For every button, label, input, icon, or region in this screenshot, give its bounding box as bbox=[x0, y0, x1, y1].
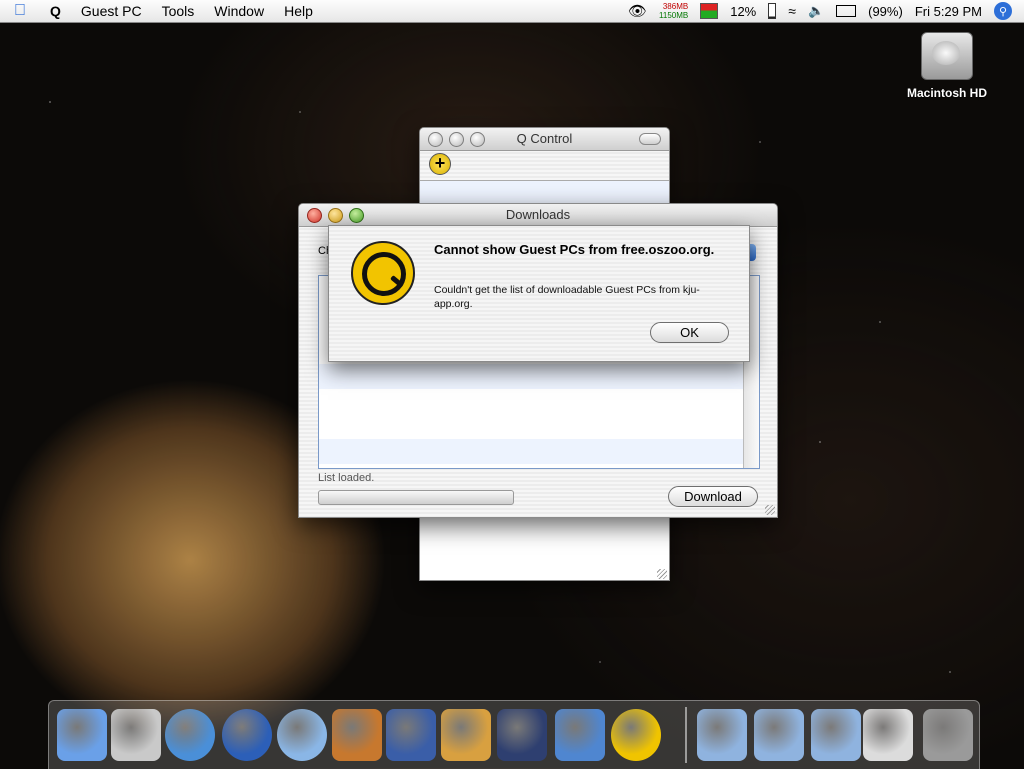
add-guest-pc-icon[interactable]: + bbox=[429, 153, 451, 175]
eye-icon[interactable]: 👁 bbox=[628, 2, 647, 20]
trash-icon[interactable] bbox=[923, 709, 973, 761]
memory-bar-icon bbox=[700, 3, 719, 19]
q-control-titlebar[interactable]: Q Control bbox=[420, 128, 669, 151]
menu-help[interactable]: Help bbox=[274, 3, 323, 19]
memory-free: 1150MB bbox=[659, 11, 689, 20]
spotlight-icon[interactable]: ⚲ bbox=[994, 2, 1012, 20]
imovie-icon[interactable] bbox=[386, 709, 436, 761]
list-row bbox=[420, 181, 669, 203]
downloads-title: Downloads bbox=[505, 207, 571, 222]
hd-label: Macintosh HD bbox=[906, 86, 987, 100]
openoffice-icon[interactable] bbox=[555, 709, 605, 761]
dock-separator bbox=[685, 707, 687, 763]
downloads-titlebar[interactable]: Downloads bbox=[299, 204, 777, 227]
resize-grip[interactable] bbox=[657, 569, 667, 579]
c-app-icon[interactable] bbox=[497, 709, 547, 761]
ok-button[interactable]: OK bbox=[650, 322, 729, 343]
q-control-title: Q Control bbox=[516, 131, 573, 146]
menu-bar:  Q Guest PC Tools Window Help 👁 386MB 1… bbox=[0, 0, 1024, 23]
battery-percent[interactable]: (99%) bbox=[868, 4, 903, 19]
volume-icon[interactable]: 🔈 bbox=[808, 3, 824, 19]
resize-grip[interactable] bbox=[765, 505, 775, 515]
error-alert-sheet: Cannot show Guest PCs from free.oszoo.or… bbox=[328, 225, 750, 362]
download-button[interactable]: Download bbox=[668, 486, 758, 507]
toolbar-toggle-button[interactable] bbox=[639, 133, 661, 145]
menubar-clock[interactable]: Fri 5:29 PM bbox=[915, 4, 982, 19]
documents-folder-icon[interactable] bbox=[697, 709, 747, 761]
memory-used: 386MB bbox=[662, 2, 689, 11]
dock bbox=[48, 700, 980, 769]
network-globe-icon[interactable] bbox=[222, 709, 272, 761]
q-menu[interactable]: Q bbox=[40, 3, 71, 19]
menu-window[interactable]: Window bbox=[204, 3, 274, 19]
cpu-usage[interactable]: 12% bbox=[730, 4, 756, 19]
finder-icon[interactable] bbox=[57, 709, 107, 761]
status-text: List loaded. bbox=[318, 472, 375, 484]
window-preview-icon[interactable] bbox=[863, 709, 913, 761]
wifi-icon[interactable]: ≈ bbox=[788, 3, 796, 19]
garageband-icon[interactable] bbox=[332, 709, 382, 761]
battery-icon[interactable] bbox=[836, 5, 857, 17]
safari-icon[interactable] bbox=[165, 709, 215, 761]
download-progress-bar bbox=[318, 490, 514, 505]
cpu-meter-icon bbox=[768, 3, 777, 19]
alert-heading: Cannot show Guest PCs from free.oszoo.or… bbox=[434, 242, 715, 257]
folder-icon[interactable] bbox=[754, 709, 804, 761]
alert-message: Couldn't get the list of downloadable Gu… bbox=[434, 284, 700, 310]
system-preferences-icon[interactable] bbox=[111, 709, 161, 761]
iphoto-icon[interactable] bbox=[441, 709, 491, 761]
macintosh-hd[interactable]: Macintosh HD bbox=[900, 32, 994, 100]
menu-guest-pc[interactable]: Guest PC bbox=[71, 3, 152, 19]
table-row bbox=[319, 439, 743, 464]
apple-menu-icon[interactable]:  bbox=[0, 2, 40, 20]
applications-folder-icon[interactable] bbox=[811, 709, 861, 761]
table-row bbox=[319, 364, 743, 389]
q-app-icon bbox=[351, 241, 415, 305]
hard-drive-icon bbox=[921, 32, 973, 80]
q-app-icon[interactable] bbox=[611, 709, 661, 761]
menu-tools[interactable]: Tools bbox=[152, 3, 205, 19]
memory-monitor[interactable]: 386MB 1150MB bbox=[659, 2, 688, 20]
itunes-icon[interactable] bbox=[277, 709, 327, 761]
